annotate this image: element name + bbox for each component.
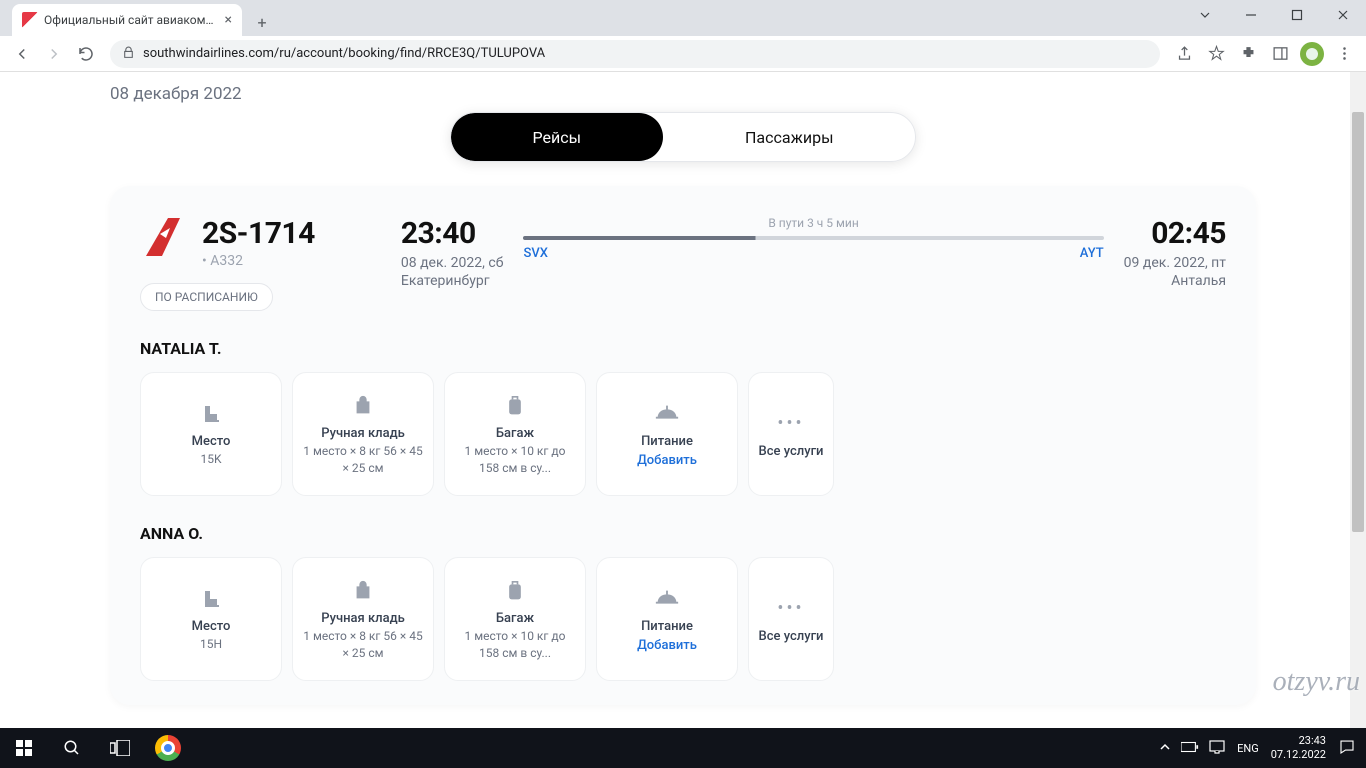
scrollbar[interactable] [1350,72,1366,728]
window-controls [1182,0,1366,30]
bookmark-icon[interactable] [1202,40,1230,68]
arrival-date: 09 дек. 2022, пт [1124,255,1226,271]
meal-icon [654,400,680,428]
maximize-button[interactable] [1274,0,1320,30]
luggage-icon [505,577,525,605]
chevron-up-icon[interactable] [1159,741,1171,756]
service-grid: Место 15H Ручная кладь 1 место × 8 кг 56… [140,557,1226,681]
add-meal-link[interactable]: Добавить [637,453,697,468]
service-all[interactable]: ••• Все услуги [748,372,834,496]
aircraft-type: A332 [202,253,315,269]
add-meal-link[interactable]: Добавить [637,638,697,653]
new-tab-button[interactable]: + [248,8,276,36]
booking-date: 08 декабря 2022 [110,84,1256,104]
browser-tab[interactable]: Официальный сайт авиакомпан × [12,4,242,36]
airline-logo-icon [140,216,188,260]
network-icon[interactable] [1209,740,1225,757]
page-viewport: 08 декабря 2022 Рейсы Пассажиры 2S-1714 … [0,72,1366,732]
search-button[interactable] [48,728,96,768]
tray-icons[interactable] [1159,740,1225,757]
lock-icon [122,44,135,63]
chrome-taskbar-icon[interactable] [144,728,192,768]
tab-passengers[interactable]: Пассажиры [663,113,915,161]
luggage-icon [505,392,525,420]
flight-card: 2S-1714 A332 ПО РАСПИСАНИЮ 23:40 08 дек.… [110,186,1256,705]
dots-icon: ••• [777,410,804,438]
passenger-name: NATALIA T. [140,339,1226,358]
arrival-city: Анталья [1124,273,1226,289]
seat-icon [199,585,223,613]
reload-button[interactable] [72,40,100,68]
tab-close-icon[interactable]: × [225,12,232,28]
route-line [523,236,1103,240]
clock[interactable]: 23:43 07.12.2022 [1271,734,1326,763]
forward-button[interactable] [40,40,68,68]
bag-icon [352,392,374,420]
service-all[interactable]: ••• Все услуги [748,557,834,681]
url-text: southwindairlines.com/ru/account/booking… [143,46,545,61]
service-baggage[interactable]: Багаж 1 место × 10 кг до 158 см в су... [444,557,586,681]
dots-icon: ••• [777,595,804,623]
departure-date: 08 дек. 2022, сб [401,255,504,271]
service-baggage[interactable]: Багаж 1 место × 10 кг до 158 см в су... [444,372,586,496]
departure-city: Екатеринбург [401,273,504,289]
share-icon[interactable] [1170,40,1198,68]
language-indicator[interactable]: ENG [1237,742,1259,755]
favicon-icon [22,12,38,28]
view-tabs: Рейсы Пассажиры [450,112,917,162]
service-seat[interactable]: Место 15K [140,372,282,496]
tab-flights[interactable]: Рейсы [451,113,664,161]
start-button[interactable] [0,728,48,768]
flight-number: 2S-1714 [202,216,315,251]
scrollbar-thumb[interactable] [1352,112,1364,532]
service-cabin-bag[interactable]: Ручная кладь 1 место × 8 кг 56 × 45 × 25… [292,372,434,496]
profile-avatar[interactable] [1298,40,1326,68]
bag-icon [352,577,374,605]
flight-duration: В пути 3 ч 5 мин [523,216,1103,230]
departure-code[interactable]: SVX [523,246,547,261]
notifications-icon[interactable] [1338,738,1356,759]
seat-icon [199,400,223,428]
service-meal[interactable]: Питание Добавить [596,372,738,496]
passenger-name: ANNA O. [140,524,1226,543]
meal-icon [654,585,680,613]
extensions-icon[interactable] [1234,40,1262,68]
status-badge: ПО РАСПИСАНИЮ [140,283,273,311]
menu-icon[interactable] [1330,40,1358,68]
service-seat[interactable]: Место 15H [140,557,282,681]
service-cabin-bag[interactable]: Ручная кладь 1 место × 8 кг 56 × 45 × 25… [292,557,434,681]
tab-title: Официальный сайт авиакомпан [44,13,219,27]
battery-icon[interactable] [1181,741,1199,756]
close-button[interactable] [1320,0,1366,30]
browser-toolbar: southwindairlines.com/ru/account/booking… [0,36,1366,72]
service-meal[interactable]: Питание Добавить [596,557,738,681]
arrival-code[interactable]: AYT [1080,246,1104,261]
minimize-button[interactable] [1228,0,1274,30]
service-grid: Место 15K Ручная кладь 1 место × 8 кг 56… [140,372,1226,496]
browser-titlebar: Официальный сайт авиакомпан × + [0,0,1366,36]
taskview-button[interactable] [96,728,144,768]
arrival-time: 02:45 [1124,216,1226,251]
taskbar: ENG 23:43 07.12.2022 [0,728,1366,768]
departure-time: 23:40 [401,216,504,251]
chevron-down-icon[interactable] [1182,0,1228,30]
sidepanel-icon[interactable] [1266,40,1294,68]
watermark: otzyv.ru [1273,666,1360,698]
back-button[interactable] [8,40,36,68]
address-bar[interactable]: southwindairlines.com/ru/account/booking… [110,40,1160,68]
